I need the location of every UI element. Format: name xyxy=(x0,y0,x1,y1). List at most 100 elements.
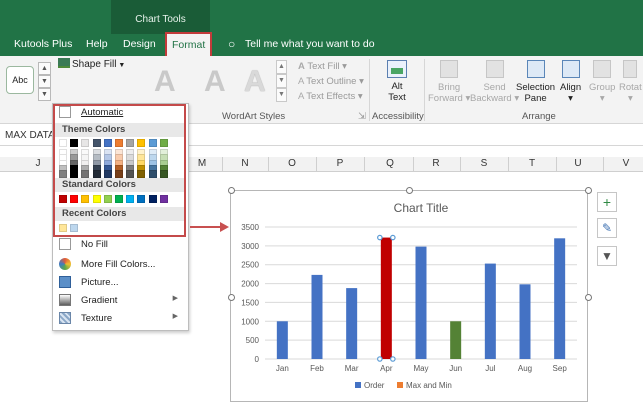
selection-pane-label: Selection xyxy=(516,82,556,93)
text-outline-label: Text Outline xyxy=(306,76,357,87)
column-divider xyxy=(556,157,557,172)
theme-color-swatch[interactable] xyxy=(148,139,157,147)
theme-color-swatch[interactable] xyxy=(103,139,112,147)
theme-color-swatch[interactable] xyxy=(137,170,146,179)
alt-text-button[interactable]: Alt Text xyxy=(380,60,414,103)
no-fill-item[interactable]: No Fill xyxy=(56,236,183,253)
standard-color-swatch[interactable] xyxy=(81,195,90,203)
column-header-r[interactable]: R xyxy=(426,158,446,169)
resize-handle[interactable] xyxy=(584,293,592,301)
resize-handle[interactable] xyxy=(584,186,592,194)
more-fill-colors-item[interactable]: More Fill Colors... xyxy=(56,256,183,273)
wordart-style-3[interactable]: A xyxy=(244,65,266,99)
standard-color-swatch[interactable] xyxy=(103,195,112,203)
column-header-s[interactable]: S xyxy=(474,158,494,169)
chart-area[interactable]: Chart Title 0 500 1000 1500 2000 2500 3000 3500 J… xyxy=(230,190,588,402)
resize-handle[interactable] xyxy=(405,186,413,194)
text-fill-button[interactable]: A Text Fill ▾ xyxy=(298,59,364,74)
recent-colors-header: Recent Colors xyxy=(55,207,184,221)
text-effects-button[interactable]: A Text Effects ▾ xyxy=(298,89,364,104)
chart-elements-button[interactable]: + xyxy=(597,192,617,212)
standard-color-swatch[interactable] xyxy=(148,195,157,203)
theme-color-swatch[interactable] xyxy=(126,139,135,147)
theme-color-swatch[interactable] xyxy=(159,170,168,179)
shape-style-abc[interactable]: Abc xyxy=(6,66,34,94)
bring-forward-button[interactable]: Bring Forward ▾ xyxy=(428,60,470,104)
theme-color-swatch[interactable] xyxy=(148,170,157,179)
theme-color-swatch[interactable] xyxy=(115,170,123,179)
tab-design[interactable]: Design xyxy=(123,38,156,50)
tab-help[interactable]: Help xyxy=(86,38,108,50)
theme-color-swatch[interactable] xyxy=(81,139,90,147)
theme-color-swatch[interactable] xyxy=(81,170,90,179)
theme-color-swatch[interactable] xyxy=(159,139,168,147)
text-effects-label: Text Effects xyxy=(306,91,356,102)
tab-kutools-plus[interactable]: Kutools Plus xyxy=(14,38,72,50)
wordart-style-2[interactable]: A xyxy=(204,65,226,99)
group-button[interactable]: Group ▾ xyxy=(589,60,615,104)
standard-color-swatch[interactable] xyxy=(159,195,168,203)
text-outline-button[interactable]: A Text Outline ▾ xyxy=(298,74,364,89)
column-header-q[interactable]: Q xyxy=(380,158,400,169)
texture-item[interactable]: Texture ▶ xyxy=(56,310,183,327)
theme-color-swatch[interactable] xyxy=(92,139,101,147)
theme-colors-header: Theme Colors xyxy=(55,123,184,137)
align-button[interactable]: Align ▾ xyxy=(560,60,581,104)
column-header-t[interactable]: T xyxy=(522,158,542,169)
rotate-button[interactable]: Rotat ▾ xyxy=(619,60,642,104)
chart-tools-label: Chart Tools xyxy=(135,14,186,25)
send-backward-label-2: Backward xyxy=(470,93,512,104)
standard-color-swatch[interactable] xyxy=(137,195,146,203)
wordart-more-button[interactable]: ▼ xyxy=(276,88,287,102)
bar-feb xyxy=(311,274,323,359)
theme-color-swatch[interactable] xyxy=(137,139,146,147)
wordart-down-button[interactable]: ▼ xyxy=(276,74,287,88)
column-header-v[interactable]: V xyxy=(616,158,636,169)
chart-filter-button[interactable]: ▼ xyxy=(597,246,617,266)
standard-color-swatch[interactable] xyxy=(92,195,101,203)
wordart-style-1[interactable]: A xyxy=(154,65,176,99)
column-header-n[interactable]: N xyxy=(235,158,255,169)
standard-color-swatch[interactable] xyxy=(70,195,79,203)
scroll-up-button[interactable]: ▲ xyxy=(38,62,51,75)
gradient-item[interactable]: Gradient ▶ xyxy=(56,292,183,309)
send-backward-label: Send xyxy=(483,82,506,93)
wordart-scroll: ▲ ▼ ▼ xyxy=(276,60,288,104)
scroll-down-button[interactable]: ▼ xyxy=(38,75,51,88)
tab-format[interactable]: Format xyxy=(165,32,213,56)
theme-color-swatch[interactable] xyxy=(126,170,135,179)
theme-color-swatch[interactable] xyxy=(92,170,101,179)
theme-color-swatch[interactable] xyxy=(115,139,123,147)
theme-color-swatch[interactable] xyxy=(59,170,67,179)
selection-pane-button[interactable]: Selection Pane xyxy=(516,60,555,104)
dialog-launcher-icon[interactable]: ⇲ xyxy=(358,111,366,122)
recent-color-swatch[interactable] xyxy=(70,224,79,232)
tell-me-search[interactable]: Tell me what you want to do xyxy=(245,38,375,50)
name-box[interactable]: MAX DATA xyxy=(5,130,55,141)
no-fill-label: No Fill xyxy=(81,239,108,250)
column-header-m[interactable]: M xyxy=(192,158,212,169)
column-header-j[interactable]: J xyxy=(28,158,48,169)
send-backward-button[interactable]: Send Backward ▾ xyxy=(470,60,519,104)
recent-color-swatch[interactable] xyxy=(59,224,67,232)
theme-color-swatch[interactable] xyxy=(70,170,79,179)
theme-color-swatch[interactable] xyxy=(59,139,67,147)
standard-color-swatch[interactable] xyxy=(126,195,135,203)
automatic-color-item[interactable]: Automatic xyxy=(56,104,183,121)
wordart-up-button[interactable]: ▲ xyxy=(276,60,287,74)
more-styles-button[interactable]: ▼ xyxy=(38,88,51,101)
resize-handle[interactable] xyxy=(227,293,235,301)
standard-color-swatch[interactable] xyxy=(59,195,67,203)
column-header-p[interactable]: P xyxy=(330,158,350,169)
standard-color-swatch[interactable] xyxy=(115,195,123,203)
column-header-u[interactable]: U xyxy=(568,158,588,169)
column-header-o[interactable]: O xyxy=(282,158,302,169)
shape-fill-button[interactable]: Shape Fill ▼ xyxy=(58,58,125,70)
chart-styles-button[interactable]: ✎ xyxy=(597,218,617,238)
wordart-options: A Text Fill ▾ A Text Outline ▾ A Text Ef… xyxy=(298,59,364,104)
bar-apr xyxy=(380,237,392,359)
theme-color-swatch[interactable] xyxy=(70,139,79,147)
resize-handle[interactable] xyxy=(227,186,235,194)
picture-fill-item[interactable]: Picture... xyxy=(56,274,183,291)
theme-color-swatch[interactable] xyxy=(103,170,112,179)
